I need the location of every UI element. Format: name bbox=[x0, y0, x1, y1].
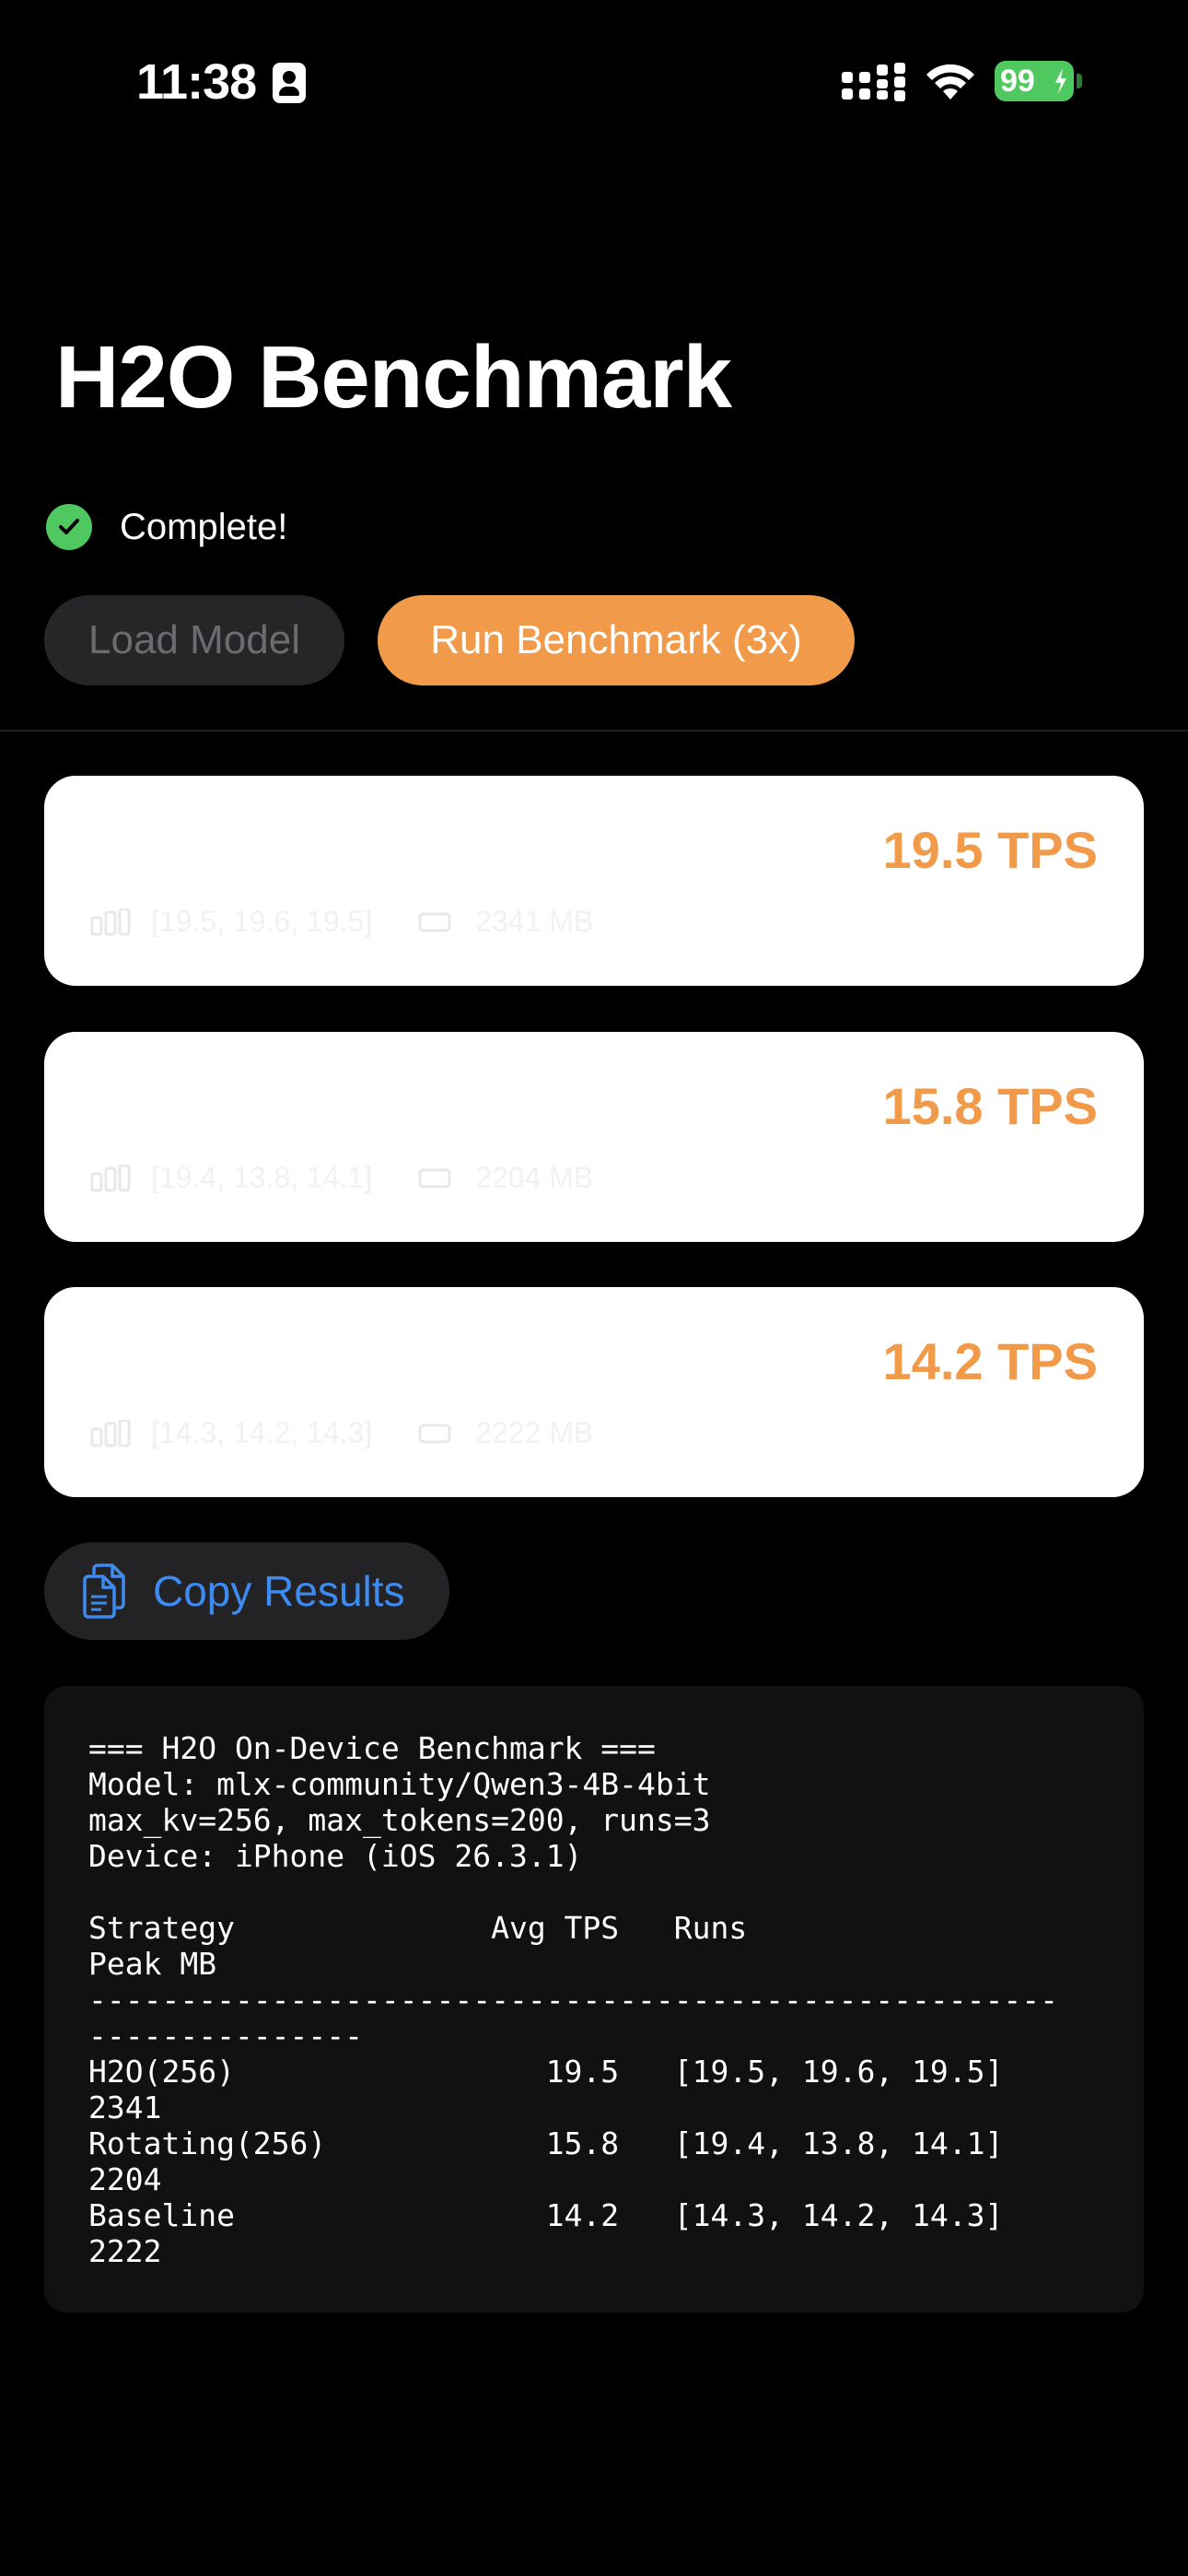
status-row: Complete! bbox=[46, 498, 287, 556]
memory-value: 2341 MB bbox=[475, 905, 594, 938]
tps-value: 19.5 TPS bbox=[882, 821, 1098, 879]
memory-value: 2222 MB bbox=[475, 1416, 594, 1449]
wifi-icon bbox=[926, 64, 974, 100]
memory-chip-icon bbox=[418, 1168, 451, 1188]
status-text: Complete! bbox=[120, 506, 288, 547]
checkmark-circle-icon bbox=[46, 504, 92, 550]
runs-list: [14.3, 14.2, 14.3] bbox=[151, 1416, 373, 1449]
doc-on-doc-icon bbox=[83, 1563, 125, 1619]
chart-bars-icon bbox=[90, 1164, 131, 1191]
battery-level: 99 bbox=[1000, 64, 1035, 99]
results-text-panel: === H2O On-Device Benchmark === Model: m… bbox=[44, 1686, 1144, 2313]
run-benchmark-button[interactable]: Run Benchmark (3x) bbox=[378, 595, 855, 685]
page-title: H2O Benchmark bbox=[55, 328, 732, 427]
memory-chip-icon bbox=[418, 1423, 451, 1443]
contact-card-icon bbox=[273, 63, 306, 103]
result-card: 15.8 TPS [19.4, 13.8, 14.1] 2204 MB bbox=[44, 1032, 1144, 1242]
copy-results-button[interactable]: Copy Results bbox=[44, 1542, 449, 1640]
divider bbox=[0, 730, 1188, 732]
result-card: 19.5 TPS [19.5, 19.6, 19.5] 2341 MB bbox=[44, 776, 1144, 986]
load-model-button[interactable]: Load Model bbox=[44, 595, 344, 685]
cellular-signal-icon bbox=[842, 63, 905, 101]
status-time: 11:38 bbox=[136, 54, 257, 110]
result-card: 14.2 TPS [14.3, 14.2, 14.3] 2222 MB bbox=[44, 1287, 1144, 1497]
memory-value: 2204 MB bbox=[475, 1161, 594, 1194]
tps-value: 15.8 TPS bbox=[882, 1077, 1098, 1135]
tps-value: 14.2 TPS bbox=[882, 1332, 1098, 1390]
chart-bars-icon bbox=[90, 1419, 131, 1446]
copy-results-label: Copy Results bbox=[153, 1567, 405, 1615]
chart-bars-icon bbox=[90, 907, 131, 935]
charging-bolt-icon bbox=[1055, 68, 1066, 94]
runs-list: [19.4, 13.8, 14.1] bbox=[151, 1161, 373, 1194]
memory-chip-icon bbox=[418, 912, 451, 931]
report-text: === H2O On-Device Benchmark === Model: m… bbox=[88, 1730, 1058, 2269]
battery-indicator: 99 bbox=[995, 59, 1083, 103]
runs-list: [19.5, 19.6, 19.5] bbox=[151, 905, 373, 938]
